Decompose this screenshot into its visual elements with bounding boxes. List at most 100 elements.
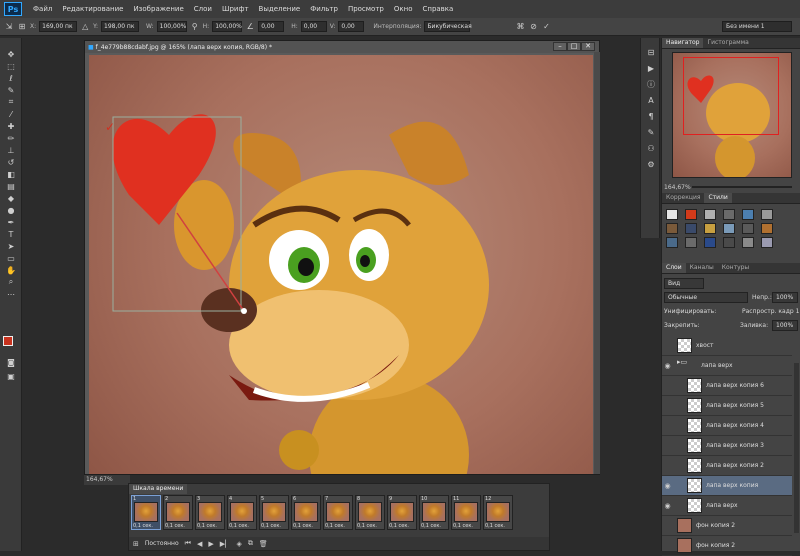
menu-select[interactable]: Выделение xyxy=(254,5,306,13)
menu-type[interactable]: Шрифт xyxy=(217,5,254,13)
menu-layers[interactable]: Слои xyxy=(189,5,217,13)
visibility-eye-icon[interactable]: ◉ xyxy=(662,362,673,370)
layer-row[interactable]: фон копия 2 xyxy=(662,536,792,556)
tab-styles[interactable]: Стили xyxy=(704,193,732,203)
frame-delay[interactable]: 0,1 сек. xyxy=(485,523,505,529)
style-swatch[interactable] xyxy=(704,209,716,220)
frame-delay[interactable]: 0,1 сек. xyxy=(229,523,249,529)
layer-row[interactable]: хвост xyxy=(662,336,792,356)
character-icon[interactable]: A xyxy=(641,92,661,108)
info-icon[interactable]: ⓘ xyxy=(641,76,661,92)
frame-delay[interactable]: 0,1 сек. xyxy=(293,523,313,529)
quick-select-tool-icon[interactable]: ✎ xyxy=(0,84,22,96)
menu-window[interactable]: Окно xyxy=(389,5,418,13)
tween-icon[interactable]: ◈ xyxy=(237,540,242,548)
visibility-eye-icon[interactable]: ◉ xyxy=(662,502,673,510)
layer-row[interactable]: лапа верх копия 4 xyxy=(662,416,792,436)
layer-row[interactable]: ◉ лапа верх копия xyxy=(662,476,792,496)
clone-source-icon[interactable]: ⚇ xyxy=(641,140,661,156)
animation-frame[interactable]: 6 0,1 сек. xyxy=(291,495,321,530)
animation-frame[interactable]: 10 0,1 сек. xyxy=(419,495,449,530)
crop-tool-icon[interactable]: ⌗ xyxy=(0,96,22,108)
style-swatch[interactable] xyxy=(742,223,754,234)
frame-delay[interactable]: 0,1 сек. xyxy=(133,523,153,529)
healing-tool-icon[interactable]: ✚ xyxy=(0,120,22,132)
hskew-field[interactable]: 0,00 xyxy=(300,21,327,32)
menu-image[interactable]: Изображение xyxy=(128,5,188,13)
lasso-tool-icon[interactable]: ℓ xyxy=(0,72,22,84)
tab-layers[interactable]: Слои xyxy=(662,263,686,273)
frame-delay[interactable]: 0,1 сек. xyxy=(261,523,281,529)
menu-help[interactable]: Справка xyxy=(417,5,458,13)
frame-delay[interactable]: 0,1 сек. xyxy=(197,523,217,529)
paragraph-icon[interactable]: ¶ xyxy=(641,108,661,124)
layers-scrollbar[interactable] xyxy=(794,363,799,533)
first-frame-icon[interactable]: ⏮ xyxy=(185,539,191,548)
style-swatch[interactable] xyxy=(761,223,773,234)
tab-histogram[interactable]: Гистограмма xyxy=(703,38,752,48)
animation-frame[interactable]: 9 0,1 сек. xyxy=(387,495,417,530)
prev-frame-icon[interactable]: ◀ xyxy=(197,540,202,548)
screen-mode-icon[interactable]: ▣ xyxy=(0,370,22,382)
propagate-frame-checkbox[interactable]: Распростр. кадр 1 xyxy=(742,308,799,315)
pen-tool-icon[interactable]: ✒ xyxy=(0,216,22,228)
blend-mode-select[interactable]: Обычные xyxy=(664,292,748,303)
style-swatch[interactable] xyxy=(685,237,697,248)
menu-filter[interactable]: Фильтр xyxy=(305,5,343,13)
style-swatch[interactable] xyxy=(685,223,697,234)
y-field[interactable]: 198,00 пк xyxy=(101,21,140,32)
fill-field[interactable]: 100% xyxy=(772,320,798,331)
commit-transform-icon[interactable]: ✓ xyxy=(541,22,551,32)
frame-delay[interactable]: 0,1 сек. xyxy=(325,523,345,529)
layer-row[interactable]: ◉ лапа верх xyxy=(662,496,792,516)
animation-frame[interactable]: 1 0,1 сек. xyxy=(131,495,161,530)
dodge-tool-icon[interactable]: ● xyxy=(0,204,22,216)
frame-delay[interactable]: 0,1 сек. xyxy=(453,523,473,529)
w-field[interactable]: 100,00% xyxy=(156,21,187,32)
move-tool-icon[interactable]: ✥ xyxy=(0,48,22,60)
quick-mask-icon[interactable]: ◙ xyxy=(0,356,22,368)
layer-row[interactable]: лапа верх копия 5 xyxy=(662,396,792,416)
animation-frame[interactable]: 12 0,1 сек. xyxy=(483,495,513,530)
navigator-zoom-slider[interactable] xyxy=(692,186,792,188)
style-swatch[interactable] xyxy=(761,209,773,220)
h-field[interactable]: 100,00% xyxy=(212,21,243,32)
style-swatch[interactable] xyxy=(723,209,735,220)
menu-view[interactable]: Просмотр xyxy=(343,5,389,13)
style-swatch[interactable] xyxy=(685,209,697,220)
navigator-view-frame[interactable] xyxy=(683,57,779,135)
menu-file[interactable]: Файл xyxy=(28,5,57,13)
history-brush-icon[interactable]: ↺ xyxy=(0,156,22,168)
eraser-tool-icon[interactable]: ◧ xyxy=(0,168,22,180)
style-swatch[interactable] xyxy=(666,209,678,220)
play-icon[interactable]: ▶ xyxy=(208,540,213,548)
style-swatch[interactable] xyxy=(723,237,735,248)
animation-frame[interactable]: 5 0,1 сек. xyxy=(259,495,289,530)
image-canvas[interactable]: ✓ xyxy=(89,55,593,474)
navigator-zoom[interactable]: 164,67% xyxy=(664,184,691,191)
animation-frame[interactable]: 8 0,1 сек. xyxy=(355,495,385,530)
history-icon[interactable]: ⊟ xyxy=(641,44,661,60)
path-select-tool-icon[interactable]: ➤ xyxy=(0,240,22,252)
animation-frame[interactable]: 2 0,1 сек. xyxy=(163,495,193,530)
style-swatch[interactable] xyxy=(742,237,754,248)
animation-frame[interactable]: 4 0,1 сек. xyxy=(227,495,257,530)
opacity-field[interactable]: 100% xyxy=(772,292,798,303)
delta-icon[interactable]: △ xyxy=(80,22,90,32)
duplicate-frame-icon[interactable]: ⧉ xyxy=(248,539,253,548)
tab-channels[interactable]: Каналы xyxy=(686,263,718,273)
animation-frame[interactable]: 11 0,1 сек. xyxy=(451,495,481,530)
eyedropper-tool-icon[interactable]: ⁄ xyxy=(0,108,22,120)
x-field[interactable]: 169,00 пк xyxy=(39,21,78,32)
minimize-button[interactable]: – xyxy=(553,42,567,51)
shape-tool-icon[interactable]: ▭ xyxy=(0,252,22,264)
actions-icon[interactable]: ▶ xyxy=(641,60,661,76)
visibility-eye-icon[interactable]: ◉ xyxy=(662,482,673,490)
layer-row[interactable]: лапа верх копия 6 xyxy=(662,376,792,396)
more-tools-icon[interactable]: ⋯ xyxy=(0,288,22,300)
vertical-scrollbar[interactable] xyxy=(594,52,600,474)
hand-tool-icon[interactable]: ✋ xyxy=(0,264,22,276)
zoom-tool-icon[interactable]: ⌕ xyxy=(0,276,22,288)
warp-icon[interactable]: ⌘ xyxy=(515,22,525,32)
navigator-thumbnail[interactable] xyxy=(672,52,792,178)
